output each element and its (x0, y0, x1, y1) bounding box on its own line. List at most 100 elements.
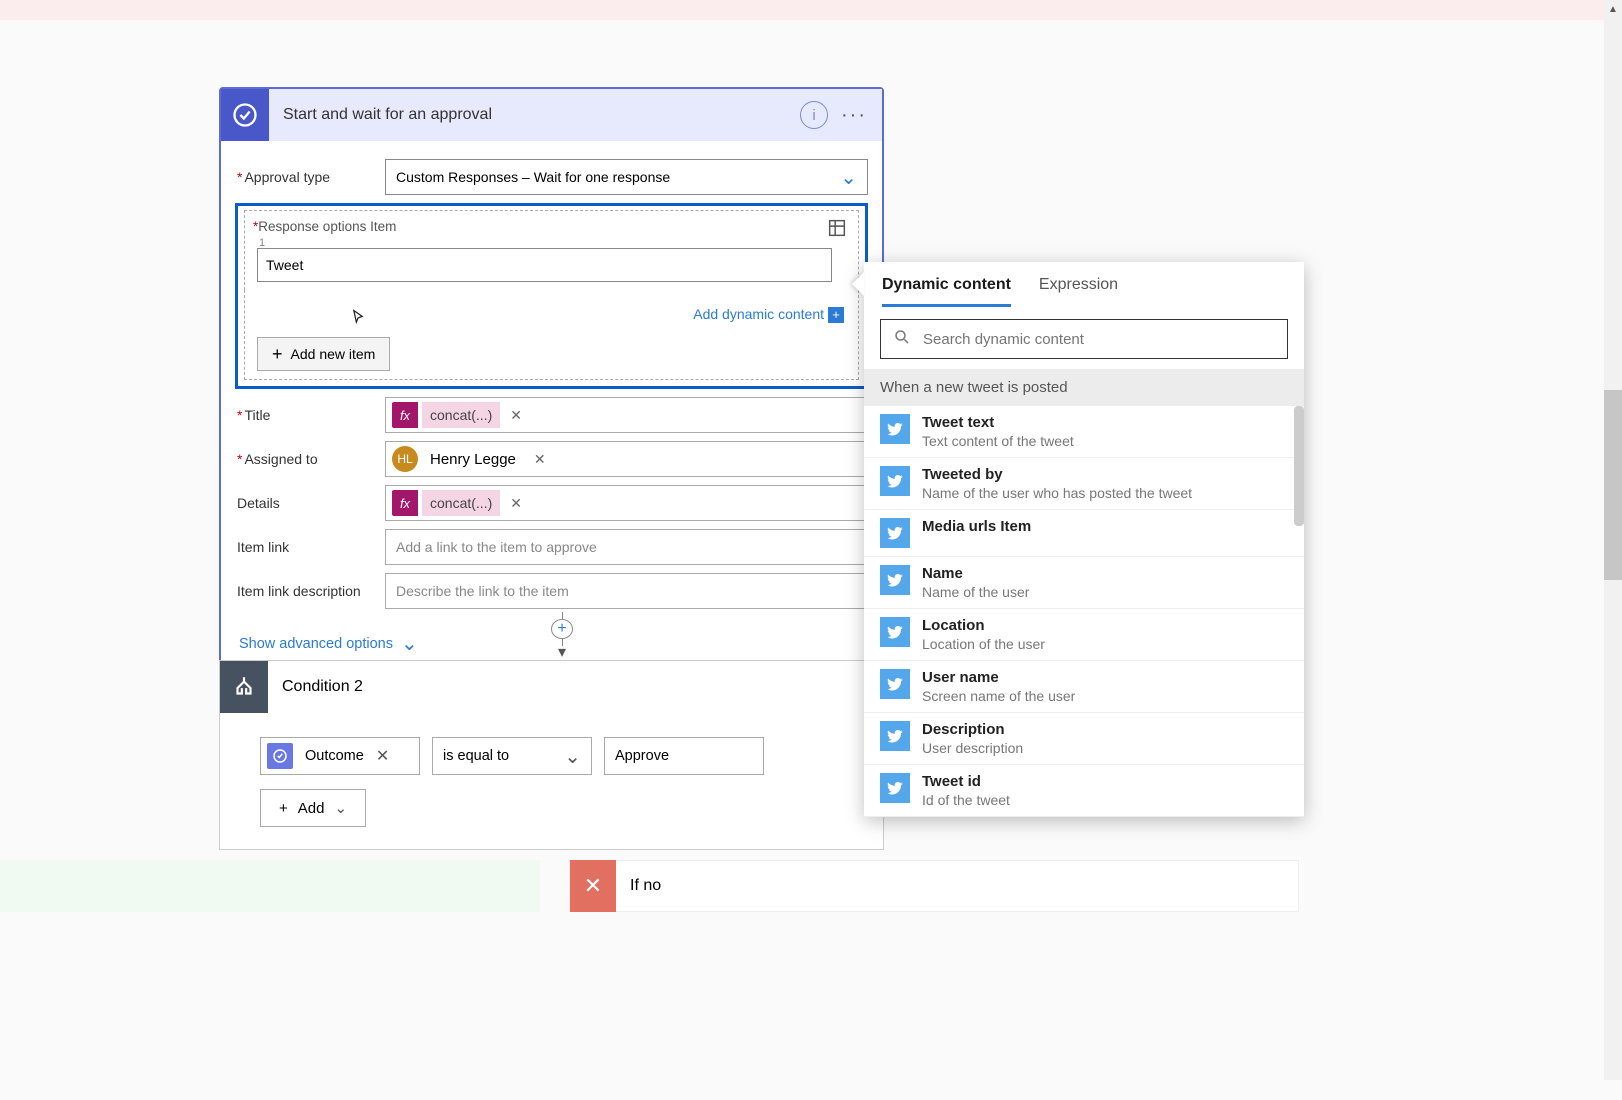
dynamic-item-title: Tweet id (922, 773, 1010, 790)
dynamic-item[interactable]: Name Name of the user (864, 557, 1304, 609)
scrollbar-thumb[interactable] (1604, 390, 1622, 580)
dynamic-item[interactable]: Media urls Item (864, 510, 1304, 557)
dynamic-item[interactable]: User name Screen name of the user (864, 661, 1304, 713)
fx-icon: fx (392, 490, 418, 516)
response-options-area: *Response options Item 1 Tweet (244, 210, 859, 290)
info-icon[interactable]: i (800, 101, 828, 129)
item-link-desc-label: Item link description (235, 583, 385, 599)
remove-person-icon[interactable]: ✕ (528, 451, 552, 468)
details-label: Details (235, 495, 385, 511)
tab-expression[interactable]: Expression (1039, 276, 1118, 307)
approval-type-value: Custom Responses – Wait for one response (396, 169, 670, 185)
dynamic-item-desc: Name of the user (922, 584, 1029, 600)
item-link-desc-input[interactable]: Describe the link to the item (385, 573, 868, 609)
add-dynamic-badge-icon: + (828, 307, 844, 323)
chevron-down-icon: ⌄ (334, 799, 347, 817)
dynamic-item[interactable]: Location Location of the user (864, 609, 1304, 661)
add-dynamic-content-link[interactable]: Add dynamic content+ (253, 306, 844, 323)
scroll-up-icon[interactable]: ▲ (1604, 0, 1622, 18)
dynamic-items-list: Tweet textText content of the tweetTweet… (864, 406, 1304, 817)
details-field[interactable]: fx concat(...) ✕ (385, 485, 868, 521)
dynamic-search-input[interactable] (923, 331, 1275, 348)
dynamic-item-desc: Screen name of the user (922, 688, 1075, 704)
dynamic-item-title: Name (922, 565, 1029, 582)
condition-value-input[interactable]: Approve (604, 737, 764, 775)
dynamic-item[interactable]: Tweeted by Name of the user who has poste… (864, 458, 1304, 510)
avatar-icon: HL (392, 446, 418, 472)
condition-header[interactable]: Condition 2 (220, 661, 883, 713)
array-mode-icon[interactable] (826, 217, 848, 239)
plus-icon: + (272, 344, 283, 365)
response-options-highlight: *Response options Item 1 Tweet Add dynam… (235, 203, 868, 389)
twitter-icon (880, 617, 910, 647)
assigned-to-field[interactable]: HL Henry Legge ✕ (385, 441, 868, 477)
approval-type-select[interactable]: Custom Responses – Wait for one response… (385, 159, 868, 195)
title-token: concat(...) (422, 402, 500, 428)
dynamic-item-desc: Location of the user (922, 636, 1045, 652)
approval-card: Start and wait for an approval i ··· *Ap… (219, 87, 884, 676)
approval-title: Start and wait for an approval (269, 106, 800, 124)
top-banner (0, 0, 1622, 20)
dynamic-item[interactable]: Tweet id Id of the tweet (864, 765, 1304, 817)
dynamic-item-desc: Name of the user who has posted the twee… (922, 485, 1192, 501)
twitter-icon (880, 414, 910, 444)
approval-icon (221, 89, 269, 141)
dynamic-item-title: Tweet text (922, 414, 1074, 431)
fx-icon: fx (392, 402, 418, 428)
response-options-label: *Response options Item (253, 219, 850, 234)
response-item-index: 1 (259, 237, 265, 249)
remove-token-icon[interactable]: ✕ (370, 746, 395, 766)
dynamic-content-panel: Dynamic content Expression When a new tw… (864, 262, 1304, 817)
remove-token-icon[interactable]: ✕ (504, 495, 528, 512)
dynamic-item-desc: User description (922, 740, 1023, 756)
chevron-down-icon: ⌄ (564, 744, 581, 769)
dynamic-item-title: User name (922, 669, 1075, 686)
condition-left-operand[interactable]: Outcome ✕ (260, 737, 420, 775)
arrow-down-icon: ▾ (558, 642, 566, 662)
condition-operator-select[interactable]: is equal to ⌄ (432, 737, 592, 775)
dynamic-item-desc: Text content of the tweet (922, 433, 1074, 449)
add-condition-button[interactable]: + Add ⌄ (260, 789, 366, 827)
item-link-input[interactable]: Add a link to the item to approve (385, 529, 868, 565)
flow-connector: + ▾ (550, 612, 574, 662)
dynamic-section-header: When a new tweet is posted (864, 369, 1304, 406)
item-link-label: Item link (235, 539, 385, 555)
twitter-icon (880, 565, 910, 595)
approval-card-header[interactable]: Start and wait for an approval i ··· (221, 89, 882, 141)
chevron-down-icon: ⌄ (401, 631, 418, 656)
tab-dynamic-content[interactable]: Dynamic content (882, 276, 1011, 307)
dynamic-item[interactable]: Tweet text Text content of the tweet (864, 406, 1304, 458)
close-icon: ✕ (570, 860, 616, 912)
dynamic-item-title: Location (922, 617, 1045, 634)
twitter-icon (880, 518, 910, 548)
search-icon (893, 328, 911, 351)
dynamic-item-title: Media urls Item (922, 518, 1031, 535)
dynamic-item[interactable]: DescriptionUser description (864, 713, 1304, 765)
chevron-down-icon: ⌄ (840, 165, 857, 190)
insert-step-button[interactable]: + (551, 619, 573, 639)
add-new-item-button[interactable]: + Add new item (257, 337, 390, 371)
show-advanced-options[interactable]: Show advanced options ⌄ (239, 631, 418, 656)
panel-caret-icon (852, 272, 864, 296)
title-field[interactable]: fx concat(...) ✕ (385, 397, 868, 433)
more-menu-icon[interactable]: ··· (840, 104, 868, 127)
scrollbar-thumb[interactable] (1294, 406, 1304, 526)
approval-type-label: *Approval type (235, 169, 385, 185)
twitter-icon (880, 773, 910, 803)
dynamic-item-desc: Id of the tweet (922, 792, 1010, 808)
if-no-branch[interactable]: ✕ If no (569, 860, 1299, 912)
page-scrollbar[interactable]: ▲ (1604, 0, 1622, 1080)
outcome-token-label: Outcome (299, 748, 364, 764)
if-yes-branch-placeholder (0, 860, 540, 912)
condition-card: Condition 2 Outcome ✕ is equal to ⌄ Appr… (219, 660, 884, 850)
details-token: concat(...) (422, 490, 500, 516)
twitter-icon (880, 466, 910, 496)
remove-token-icon[interactable]: ✕ (504, 407, 528, 424)
outcome-icon (267, 743, 293, 769)
dynamic-item-title: Tweeted by (922, 466, 1192, 483)
dynamic-search[interactable] (880, 319, 1288, 359)
assigned-to-label: *Assigned to (235, 451, 385, 467)
response-item-input[interactable]: Tweet (257, 248, 832, 282)
condition-icon (220, 661, 268, 713)
plus-icon: + (279, 800, 288, 817)
